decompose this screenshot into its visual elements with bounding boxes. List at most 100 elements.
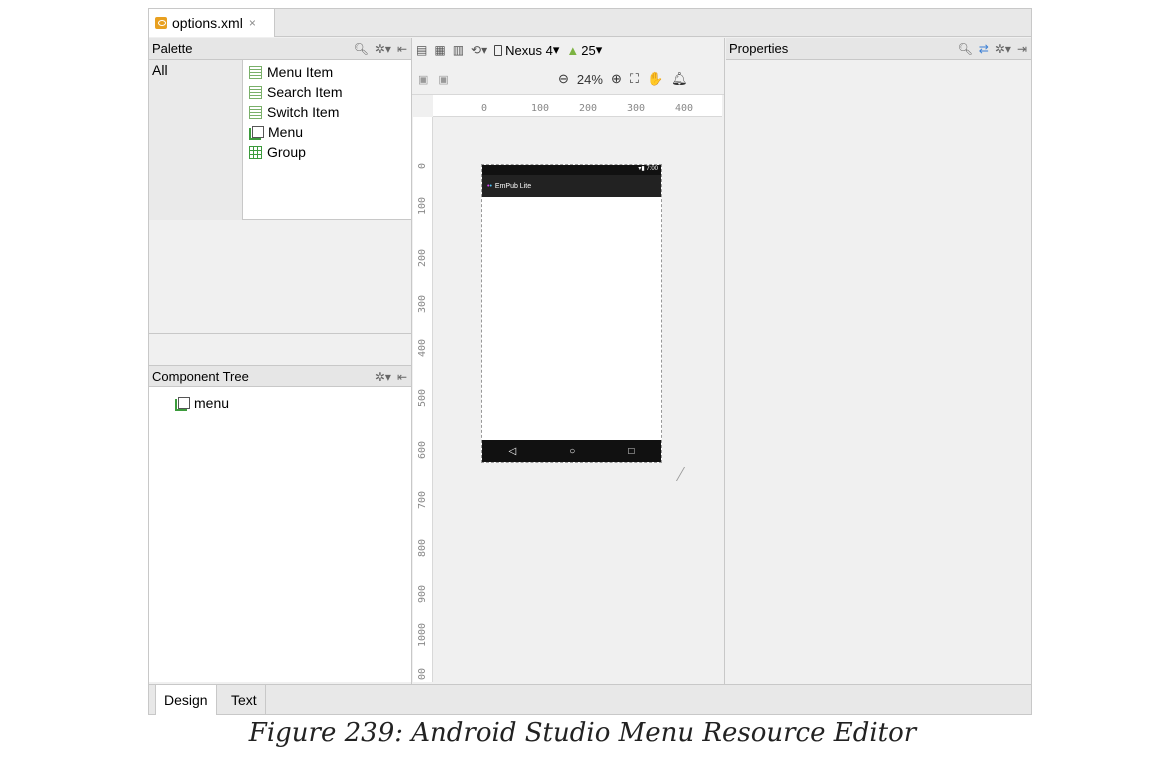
expand-icon[interactable]: ▣ [438, 73, 448, 86]
ruler-tick: 100 [531, 103, 550, 114]
ruler-tick: 1000 [417, 622, 428, 647]
palette-item-group[interactable]: Group [249, 142, 306, 162]
component-tree-header: Component Tree ✲▾ ⇤ [149, 365, 411, 387]
ruler-tick: 300 [417, 294, 428, 313]
menu-item-icon [249, 65, 262, 79]
palette-item-label: Switch Item [267, 104, 340, 120]
palette-item-label: Menu Item [267, 64, 334, 80]
group-icon [249, 145, 262, 159]
editor-mode-tabs: Design Text [149, 684, 1031, 715]
app-bar: •• EmPub Lite [482, 175, 661, 197]
pan-icon[interactable]: ✋ [647, 71, 663, 87]
ruler-tick: 400 [417, 338, 428, 357]
palette-item-menu[interactable]: Menu [249, 122, 303, 142]
design-toolbar: ▤ ▦ ▥ ⟲▾ Nexus 4 ▾ ▲ 25 ▾ ▣ ▣ ⊖ 24% ⊕ ⛶ ✋ … [412, 38, 724, 95]
component-tree-title: Component Tree [152, 368, 249, 384]
shrink-icon[interactable]: ▣ [418, 73, 428, 86]
ruler-tick: 100 [417, 196, 428, 215]
orientation-icon[interactable]: ⟲▾ [471, 43, 487, 57]
menu-icon [175, 396, 190, 411]
switch-item-icon [249, 105, 262, 119]
editor-window: options.xml × Palette 🔍︎ ✲▾ ⇤ All Menu I… [148, 8, 1032, 715]
divider [149, 333, 411, 334]
api-label: 25 [581, 42, 596, 58]
properties-title: Properties [729, 41, 789, 56]
palette-item-label: Group [267, 144, 306, 160]
ruler-tick: 0 [481, 103, 488, 114]
zoom-out-icon[interactable]: ⊖ [558, 71, 569, 87]
palette-item-label: Menu [268, 124, 304, 140]
ruler-tick: 200 [417, 248, 428, 267]
close-icon[interactable]: × [249, 16, 256, 30]
ruler-tick: 0 [417, 162, 428, 169]
notification-icon[interactable]: 🔔︎ [671, 71, 688, 87]
search-icon[interactable]: 🔍︎ [958, 42, 973, 56]
palette-item-label: Search Item [267, 84, 343, 100]
status-bar: ▾▮ 7:00 [482, 165, 661, 175]
file-tab-options-xml[interactable]: options.xml × [149, 9, 275, 37]
divider [411, 38, 412, 684]
back-icon: ◁ [508, 445, 517, 457]
home-icon: ○ [569, 445, 576, 457]
hide-panel-icon[interactable]: ⇥ [1017, 42, 1027, 56]
app-logo-icon: •• [487, 182, 492, 190]
palette-item-search-item[interactable]: Search Item [249, 82, 342, 102]
properties-panel [726, 60, 1031, 682]
xml-file-icon [155, 17, 167, 29]
palette-panel: All Menu Item Search Item Switch Item Me… [149, 60, 411, 220]
ruler-tick: 600 [417, 440, 428, 459]
palette-header: Palette 🔍︎ ✲▾ ⇤ [149, 38, 411, 60]
palette-title: Palette [152, 41, 193, 56]
hide-panel-icon[interactable]: ⇤ [397, 370, 407, 384]
device-selector[interactable]: Nexus 4 ▾ [494, 42, 559, 58]
ruler-tick: 800 [417, 538, 428, 557]
device-label: Nexus 4 [505, 42, 553, 58]
android-icon: ▲ [566, 42, 580, 58]
ruler-tick: 500 [417, 388, 428, 407]
design-view-icon[interactable]: ▤ [416, 43, 427, 57]
ruler-top: 0 100 200 300 400 [433, 95, 722, 117]
zoom-level: 24% [576, 71, 603, 87]
ruler-tick: 900 [417, 584, 428, 603]
file-tab-bar: options.xml × [149, 9, 1031, 37]
split-view-icon[interactable]: ▥ [453, 43, 464, 57]
status-time: 7:00 [646, 166, 658, 172]
palette-categories: All [149, 60, 243, 220]
ruler-tick: 400 [675, 103, 694, 114]
device-preview[interactable]: ▾▮ 7:00 •• EmPub Lite ◁ ○ □ [481, 164, 662, 463]
api-selector[interactable]: ▲ 25 ▾ [566, 42, 602, 58]
divider [724, 38, 725, 684]
zoom-in-icon[interactable]: ⊕ [611, 71, 622, 87]
nav-bar: ◁ ○ □ [482, 440, 661, 462]
fit-screen-icon[interactable]: ⛶ [630, 71, 639, 87]
phone-icon [494, 44, 503, 56]
gear-icon[interactable]: ✲▾ [995, 42, 1011, 56]
tree-item-menu[interactable]: menu [175, 395, 229, 411]
splitter-handle[interactable] [149, 357, 411, 363]
properties-header: Properties 🔍︎ ⇄ ✲▾ ⇥ [726, 38, 1031, 60]
ruler-tick: 200 [579, 103, 598, 114]
file-tab-label: options.xml [172, 15, 243, 31]
ruler-tick: 700 [417, 490, 428, 509]
ruler-left: 0 100 200 300 400 500 600 700 800 900 10… [413, 117, 433, 682]
swap-icon[interactable]: ⇄ [979, 42, 989, 56]
palette-item-menu-item[interactable]: Menu Item [249, 62, 333, 82]
figure-caption: Figure 239: Android Studio Menu Resource… [248, 718, 917, 748]
recents-icon: □ [628, 445, 635, 457]
component-tree-panel: menu [149, 387, 411, 682]
palette-item-switch-item[interactable]: Switch Item [249, 102, 339, 122]
tab-text[interactable]: Text [223, 685, 266, 715]
category-all[interactable]: All [152, 62, 168, 78]
gear-icon[interactable]: ✲▾ [375, 42, 391, 56]
blueprint-view-icon[interactable]: ▦ [434, 43, 445, 57]
ruler-tick: 00 [417, 667, 428, 680]
ruler-tick: 300 [627, 103, 646, 114]
app-title: EmPub Lite [494, 182, 532, 190]
search-icon[interactable]: 🔍︎ [354, 42, 369, 56]
menu-icon [249, 125, 264, 140]
search-item-icon [249, 85, 262, 99]
tree-item-label: menu [194, 395, 230, 411]
gear-icon[interactable]: ✲▾ [375, 370, 391, 384]
tab-design[interactable]: Design [155, 685, 217, 715]
hide-panel-icon[interactable]: ⇤ [397, 42, 407, 56]
